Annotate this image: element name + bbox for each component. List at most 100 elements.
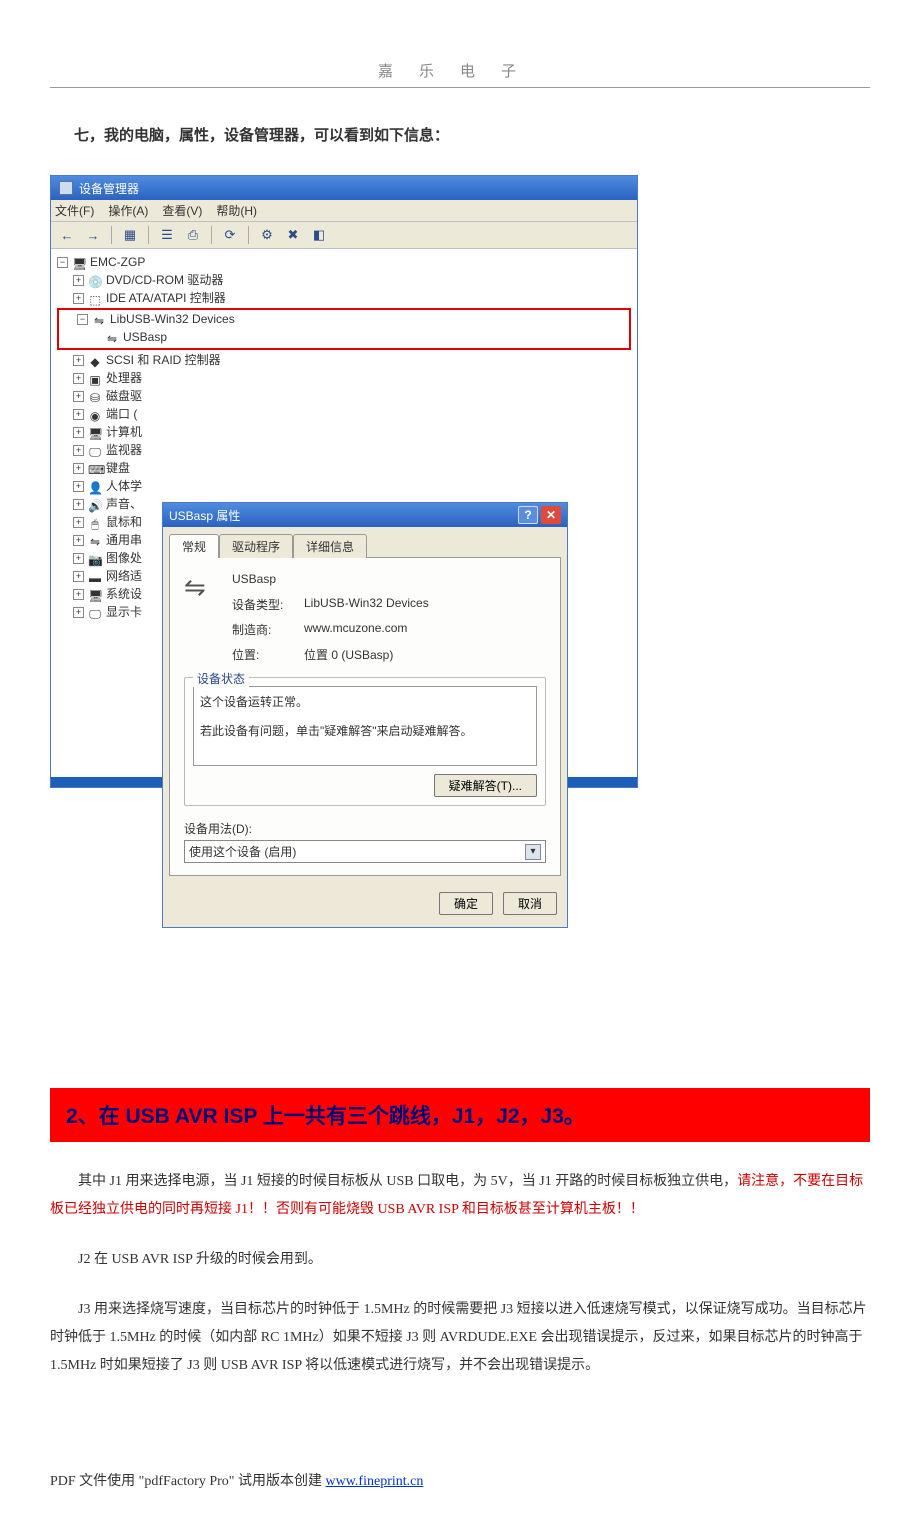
node-label: 网络适 [106,567,142,585]
tree-node-hid[interactable]: + 👤 人体学 [53,477,635,495]
paragraph-j3: J3 用来选择烧写速度，当目标芯片的时钟低于 1.5MHz 的时候需要把 J3 … [50,1296,870,1380]
expand-icon[interactable]: + [73,445,84,456]
separator [148,226,149,244]
expand-icon[interactable]: + [73,589,84,600]
close-icon[interactable]: ✕ [541,506,561,524]
status-title: 设备状态 [193,670,249,687]
dm-title: 设备管理器 [79,180,139,197]
node-label: IDE ATA/ATAPI 控制器 [106,289,226,307]
pdf-footer: PDF 文件使用 "pdfFactory Pro" 试用版本创建 www.fin… [50,1470,870,1490]
paragraph-j2: J2 在 USB AVR ISP 升级的时候会用到。 [50,1246,870,1274]
menu-file[interactable]: 文件(F) [55,202,94,219]
tree-node-keyboard[interactable]: +⌨键盘 [53,459,635,477]
node-label: 显示卡 [106,603,142,621]
tab-general[interactable]: 常规 [169,534,219,558]
expand-icon[interactable]: + [73,463,84,474]
refresh-icon[interactable]: ⟳ [220,225,240,245]
monitor-icon: 🖵 [88,443,102,457]
ok-button[interactable]: 确定 [439,892,493,915]
properties-icon[interactable]: ☰ [157,225,177,245]
node-label: USBasp [123,328,167,346]
hid-icon: 👤 [88,479,102,493]
tree-node-port[interactable]: +◉端口 ( [53,405,635,423]
loc-value: 位置 0 (USBasp) [304,646,393,663]
expand-icon[interactable]: + [73,427,84,438]
separator [248,226,249,244]
usage-select[interactable]: 使用这个设备 (启用) ▾ [184,840,546,863]
section-intro: 七，我的电脑，属性，设备管理器，可以看到如下信息： [74,124,870,145]
menu-view[interactable]: 查看(V) [162,202,202,219]
expand-icon[interactable]: + [73,535,84,546]
status-textbox[interactable]: 这个设备运转正常。 若此设备有问题，单击"疑难解答"来启动疑难解答。 [193,686,537,766]
expand-icon[interactable]: + [73,391,84,402]
type-label: 设备类型: [232,596,304,613]
node-label: 系统设 [106,585,142,603]
highlight-box: − ⇋ LibUSB-Win32 Devices ⇋ USBasp [57,308,631,350]
scsi-icon: ◆ [88,353,102,367]
tree-node-ide[interactable]: + ⬚ IDE ATA/ATAPI 控制器 [53,289,635,307]
expand-icon[interactable]: + [73,499,84,510]
footer-link[interactable]: www.fineprint.cn [326,1474,424,1489]
tab-details[interactable]: 详细信息 [293,534,367,558]
troubleshoot-button[interactable]: 疑难解答(T)... [434,774,537,797]
disc-icon: 💿 [88,273,102,287]
tree-node-monitor[interactable]: +🖵监视器 [53,441,635,459]
node-label: 处理器 [106,369,142,387]
update-icon[interactable]: ◧ [309,225,329,245]
expand-icon[interactable]: + [73,553,84,564]
help-icon[interactable]: ? [518,506,538,524]
tree-node-disk[interactable]: +⛁磁盘驱 [53,387,635,405]
menu-help[interactable]: 帮助(H) [216,202,257,219]
tree-node-cpu[interactable]: +▣处理器 [53,369,635,387]
properties-dialog: USBasp 属性 ? ✕ 常规 驱动程序 详细信息 ⇋ USBasp 设备类型… [162,502,568,928]
usage-value: 使用这个设备 (启用) [189,843,296,860]
expand-icon[interactable]: + [73,355,84,366]
expand-icon[interactable]: + [73,517,84,528]
status-line1: 这个设备运转正常。 [200,693,530,710]
usb-icon: ⇋ [105,330,119,344]
scan-icon[interactable]: ⚙ [257,225,277,245]
dm-titlebar[interactable]: 设备管理器 [51,176,637,200]
tree-icon[interactable]: ▦ [120,225,140,245]
back-icon[interactable]: ← [57,225,77,245]
separator [211,226,212,244]
forward-icon[interactable]: → [83,225,103,245]
imaging-icon: 📷 [88,551,102,565]
uninstall-icon[interactable]: ✖ [283,225,303,245]
node-label: 计算机 [106,423,142,441]
port-icon: ◉ [88,407,102,421]
expand-icon[interactable]: + [73,409,84,420]
p1a: 其中 J1 用来选择电源，当 J1 短接的时候目标板从 USB 口取电，为 5V… [78,1174,737,1189]
tree-node-computer[interactable]: + 🖥 计算机 [53,423,635,441]
menu-action[interactable]: 操作(A) [108,202,148,219]
chevron-down-icon[interactable]: ▾ [525,844,541,860]
collapse-icon[interactable]: − [77,314,88,325]
expand-icon[interactable]: + [73,293,84,304]
node-label: 键盘 [106,459,130,477]
node-label: 人体学 [106,477,142,495]
expand-icon[interactable]: + [73,275,84,286]
expand-icon[interactable]: + [73,571,84,582]
device-name: USBasp [232,572,429,586]
expand-icon[interactable]: + [73,373,84,384]
loc-label: 位置: [232,646,304,663]
cancel-button[interactable]: 取消 [503,892,557,915]
prop-title-text: USBasp 属性 [169,507,240,524]
network-icon: ▬ [88,569,102,583]
tree-node-dvd[interactable]: + 💿 DVD/CD-ROM 驱动器 [53,271,635,289]
print-icon[interactable]: ⎙ [183,225,203,245]
status-line2: 若此设备有问题，单击"疑难解答"来启动疑难解答。 [200,722,530,739]
separator [111,226,112,244]
node-label: SCSI 和 RAID 控制器 [106,351,221,369]
expand-icon[interactable]: + [73,481,84,492]
prop-titlebar[interactable]: USBasp 属性 ? ✕ [163,503,567,527]
tree-node-libusb[interactable]: − ⇋ LibUSB-Win32 Devices [59,310,629,328]
tree-node-usbasp[interactable]: ⇋ USBasp [59,328,629,346]
node-label: 通用串 [106,531,142,549]
tab-driver[interactable]: 驱动程序 [219,534,293,558]
tree-root[interactable]: − 🖥 EMC-ZGP [53,253,635,271]
pc-icon: 🖥 [88,425,102,439]
collapse-icon[interactable]: − [57,257,68,268]
tree-node-scsi[interactable]: + ◆ SCSI 和 RAID 控制器 [53,351,635,369]
expand-icon[interactable]: + [73,607,84,618]
